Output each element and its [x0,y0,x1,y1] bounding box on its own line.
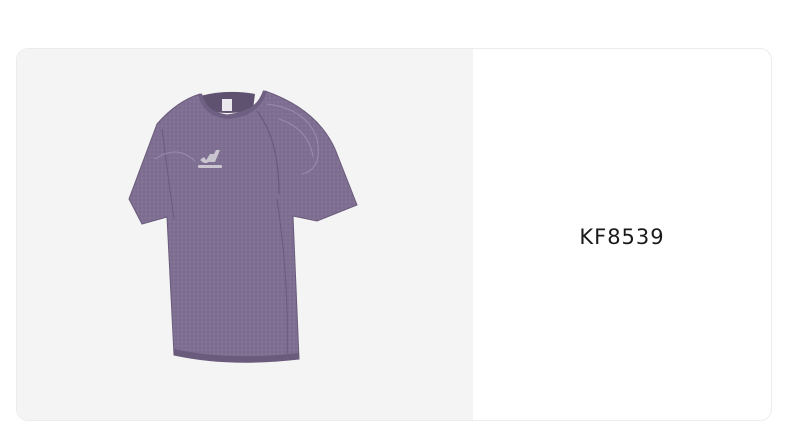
product-code: KF8539 [579,224,665,249]
tshirt-icon [128,90,358,363]
product-info-pane: KF8539 [473,49,771,420]
tshirt-body [128,90,358,363]
product-card[interactable]: KF8539 [16,48,772,421]
product-image-pane[interactable] [17,49,473,420]
